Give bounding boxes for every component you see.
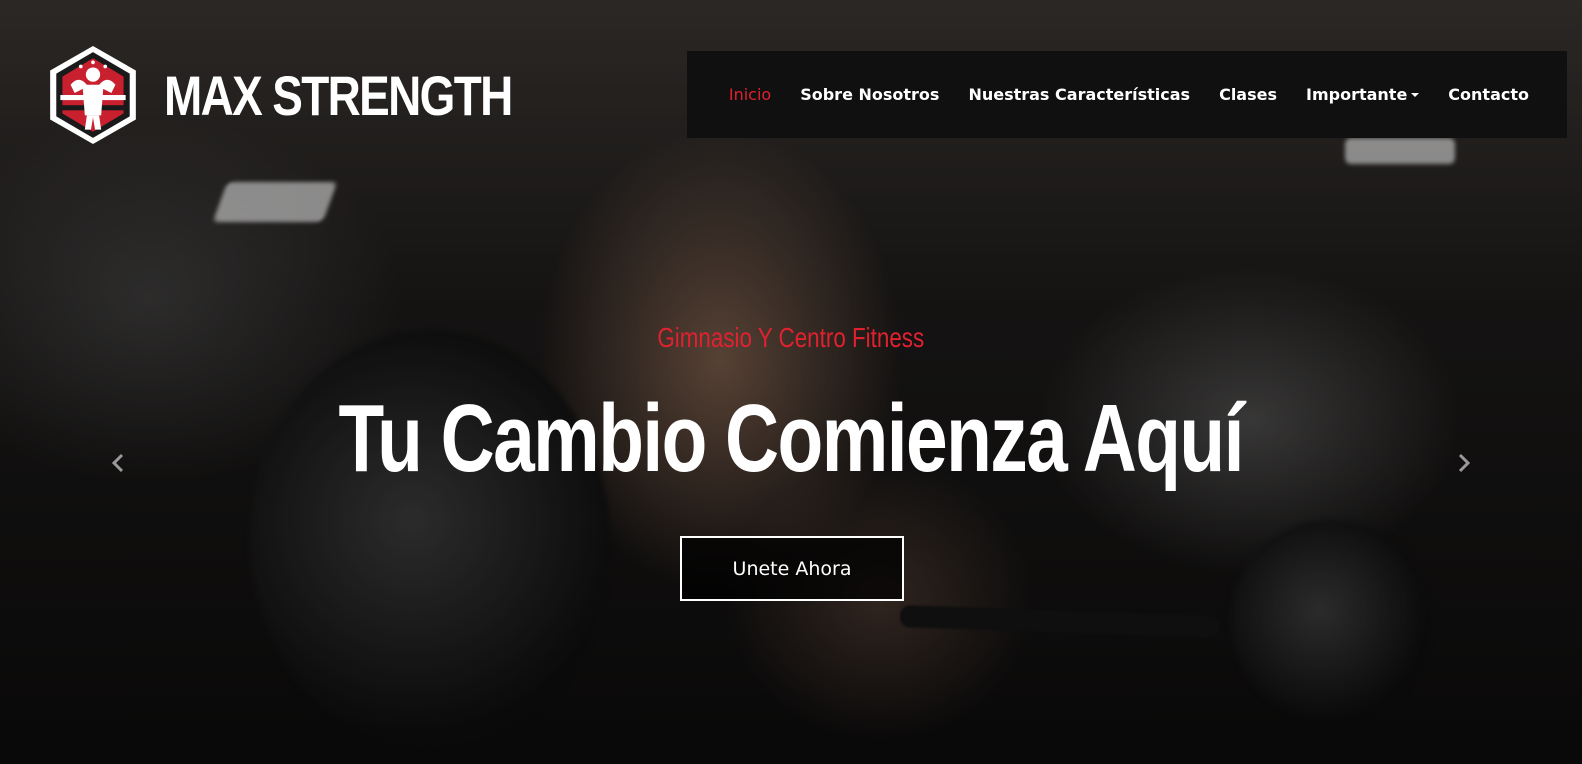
hero-subtitle: Gimnasio Y Centro Fitness <box>0 322 1582 354</box>
chevron-right-icon <box>1458 453 1471 473</box>
nav-item-caracteristicas[interactable]: Nuestras Características <box>968 85 1190 104</box>
hero-subtitle-text: Gimnasio Y Centro Fitness <box>657 322 925 353</box>
nav-item-clases[interactable]: Clases <box>1219 85 1277 104</box>
caret-down-icon <box>1411 92 1420 97</box>
carousel-prev-button[interactable] <box>106 451 130 475</box>
brand-name: MAX STRENGTH <box>164 63 513 127</box>
nav-item-sobre-nosotros[interactable]: Sobre Nosotros <box>800 85 939 104</box>
hero-title-text: Tu Cambio Comienza Aquí <box>338 385 1245 492</box>
chevron-left-icon <box>111 453 124 473</box>
bodybuilder-shield-logo <box>50 46 136 144</box>
main-navbar: Inicio Sobre Nosotros Nuestras Caracterí… <box>687 51 1567 138</box>
nav-item-importante-label: Importante <box>1306 85 1408 104</box>
brand[interactable]: MAX STRENGTH <box>42 44 588 146</box>
nav-item-importante[interactable]: Importante <box>1306 85 1420 104</box>
carousel-next-button[interactable] <box>1452 451 1476 475</box>
nav-item-contacto[interactable]: Contacto <box>1448 85 1529 104</box>
hero-title: Tu Cambio Comienza Aquí <box>0 384 1582 494</box>
join-now-button[interactable]: Unete Ahora <box>680 536 904 601</box>
nav-item-inicio[interactable]: Inicio <box>729 85 771 104</box>
